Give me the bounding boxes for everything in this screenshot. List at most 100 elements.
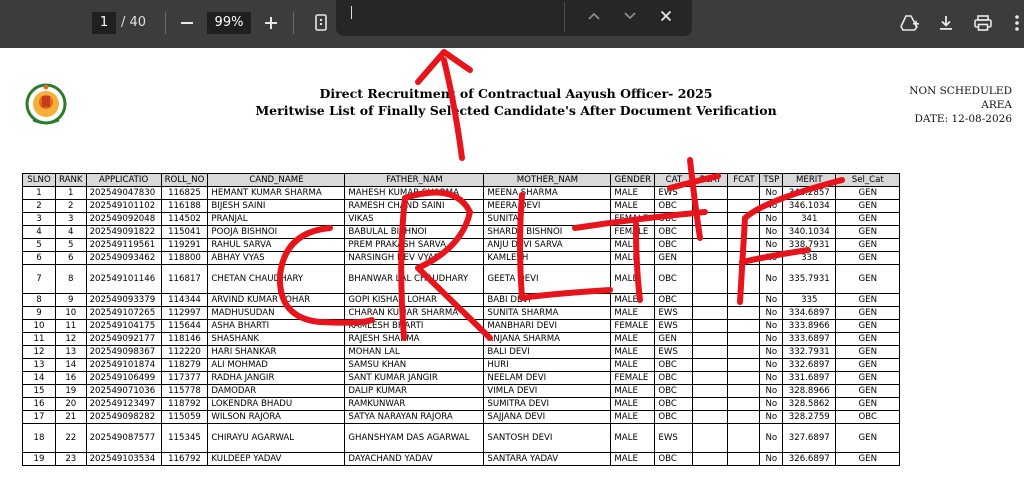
find-next-button[interactable] <box>618 4 642 28</box>
find-input[interactable] <box>346 4 560 28</box>
column-header: ROLL_NO <box>160 173 209 187</box>
mother-name-cell: SAJJANA DEVI <box>483 410 612 424</box>
selected-category-cell: GEN <box>835 452 901 466</box>
text-caret <box>351 6 352 19</box>
rank-cell: 1 <box>55 186 87 200</box>
roll-no-cell: 115644 <box>160 319 209 333</box>
application-cell: 202549093462 <box>85 251 162 265</box>
tsp-cell: No <box>759 423 784 453</box>
tsp-cell: No <box>759 371 784 385</box>
gender-cell: MALE <box>610 186 656 200</box>
candidate-name-cell: POOJA BISHNOI <box>207 225 346 239</box>
gender-cell: FEMALE <box>610 225 656 239</box>
selected-category-cell: GEN <box>835 186 901 200</box>
tsp-cell: No <box>759 332 784 346</box>
fcat-cell <box>727 264 761 294</box>
zoom-level-input[interactable]: 99% <box>207 12 251 34</box>
page-number-input[interactable]: 1 <box>92 12 116 34</box>
fcat-cell <box>727 384 761 398</box>
roll-no-cell: 115778 <box>160 384 209 398</box>
column-header: GENDER <box>610 173 656 187</box>
column-header: MERIT <box>782 173 837 187</box>
document-title: Direct Recruitment of Contractual Aayush… <box>319 86 713 101</box>
mother-name-cell: VIMLA DEVI <box>483 384 612 398</box>
candidate-name-cell: ARVIND KUMAR LOHAR <box>207 293 346 307</box>
rank-cell: 19 <box>55 384 87 398</box>
merit-cell: 335.7931 <box>782 264 837 294</box>
father-name-cell: BABULAL BISHNOI <box>344 225 485 239</box>
merit-cell: 332.6897 <box>782 358 837 372</box>
tsp-cell: No <box>759 384 784 398</box>
slno-cell: 4 <box>22 225 56 239</box>
toolbar-divider <box>293 12 294 34</box>
father-name-cell: KAMLESH BHARTI <box>344 319 485 333</box>
father-name-cell: PREM PRAKASH SARVA <box>344 238 485 252</box>
fcat-cell <box>727 397 761 411</box>
find-close-button[interactable] <box>654 4 678 28</box>
column-header: FATHER_NAM <box>344 173 485 187</box>
gender-cell: MALE <box>610 332 656 346</box>
table-row: 14 16 202549106499 117377 RADHA JANGIR SANT K… <box>22 371 901 385</box>
merit-cell: 331.6897 <box>782 371 837 385</box>
download-button[interactable] <box>933 10 959 36</box>
tsp-cell: No <box>759 452 784 466</box>
find-divider <box>564 2 565 32</box>
merit-cell: 332.7931 <box>782 345 837 359</box>
print-icon <box>974 15 992 31</box>
pcat-cell <box>692 423 729 453</box>
roll-no-cell: 115041 <box>160 225 209 239</box>
rank-cell: 10 <box>55 306 87 320</box>
tsp-cell: No <box>759 319 784 333</box>
rank-cell: 12 <box>55 332 87 346</box>
date-label: DATE: 12-08-2026 <box>914 113 1012 125</box>
application-cell: 202549092177 <box>85 332 162 346</box>
rank-cell: 20 <box>55 397 87 411</box>
fcat-cell <box>727 319 761 333</box>
category-cell: EWS <box>654 319 694 333</box>
add-to-drive-button[interactable] <box>897 10 923 36</box>
application-cell: 202549087577 <box>85 423 162 453</box>
tsp-cell: No <box>759 264 784 294</box>
rank-cell: 9 <box>55 293 87 307</box>
father-name-cell: GOPI KISHAN LOHAR <box>344 293 485 307</box>
merit-cell: 333.8966 <box>782 319 837 333</box>
zoom-out-button[interactable] <box>174 10 200 36</box>
print-button[interactable] <box>970 10 996 36</box>
merit-cell: 346.2857 <box>782 186 837 200</box>
find-previous-button[interactable] <box>582 4 606 28</box>
gender-cell: MALE <box>610 293 656 307</box>
area-and-date: NON SCHEDULED AREA DATE: 12-08-2026 <box>880 84 1012 126</box>
document-icon <box>315 14 327 31</box>
table-row: 6 6 202549093462 118800 ABHAY VYAS NARSINGH D… <box>22 251 901 265</box>
column-header: APPLICATIO <box>85 173 162 187</box>
tsp-cell: No <box>759 212 784 226</box>
page-total: / 40 <box>121 15 147 30</box>
fcat-cell <box>727 332 761 346</box>
pcat-cell <box>692 251 729 265</box>
application-cell: 202549106499 <box>85 371 162 385</box>
area-label: NON SCHEDULED AREA <box>909 85 1012 111</box>
rank-cell: 23 <box>55 452 87 466</box>
rank-cell: 6 <box>55 251 87 265</box>
zoom-in-button[interactable] <box>258 10 284 36</box>
father-name-cell: GHANSHYAM DAS AGARWAL <box>344 423 485 453</box>
pdf-page: Direct Recruitment of Contractual Aayush… <box>0 48 1024 478</box>
selected-category-cell: GEN <box>835 345 901 359</box>
slno-cell: 11 <box>22 332 56 346</box>
gender-cell: MALE <box>610 251 656 265</box>
gender-cell: MALE <box>610 452 656 466</box>
candidate-name-cell: HEMANT KUMAR SHARMA <box>207 186 346 200</box>
column-header: TSP <box>759 173 784 187</box>
candidate-name-cell: WILSON RAJORA <box>207 410 346 424</box>
merit-cell: 338.7931 <box>782 238 837 252</box>
more-actions-button[interactable] <box>1004 10 1024 36</box>
pcat-cell <box>692 371 729 385</box>
table-row: 4 4 202549091822 115041 POOJA BISHNOI BABULAL… <box>22 225 901 239</box>
pcat-cell <box>692 264 729 294</box>
table-row: 9 10 202549107265 112997 MADHUSUDAN CHARAN KU… <box>22 306 901 320</box>
table-row: 7 8 202549101146 116817 CHETAN CHAUDHARY BHAN… <box>22 264 901 294</box>
table-header-row: SLNO RANK APPLICATIO ROLL_NO CAND_NAME FATHER… <box>22 173 901 187</box>
fit-page-button[interactable] <box>308 10 334 36</box>
roll-no-cell: 116817 <box>160 264 209 294</box>
slno-cell: 13 <box>22 358 56 372</box>
